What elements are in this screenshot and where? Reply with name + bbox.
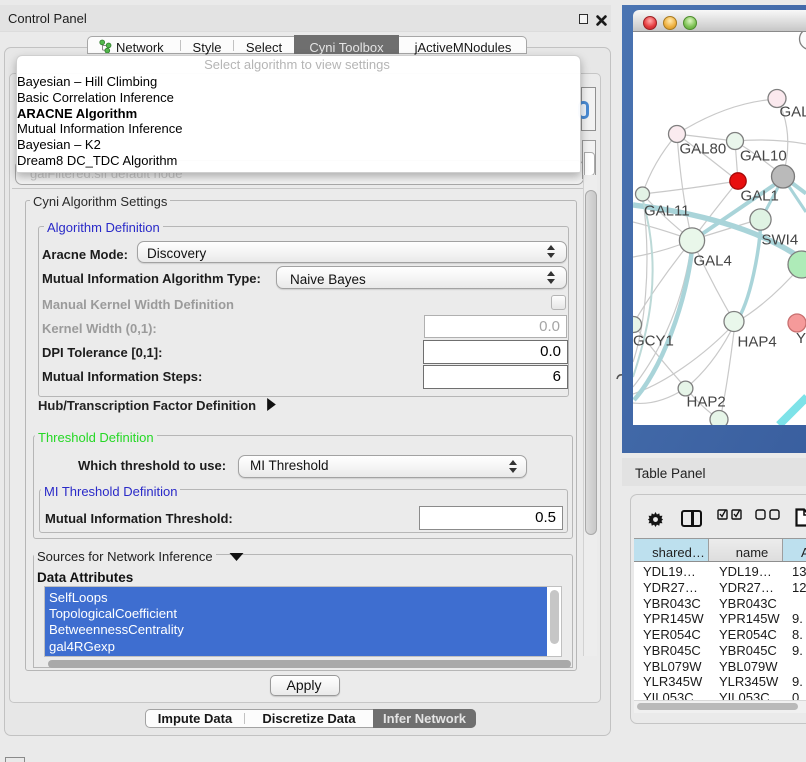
- svg-text:GAL1: GAL1: [741, 187, 779, 204]
- svg-text:HAP4: HAP4: [738, 333, 777, 350]
- svg-text:SWI4: SWI4: [762, 231, 799, 248]
- svg-text:GCY1: GCY1: [633, 332, 674, 349]
- svg-text:YJ: YJ: [796, 330, 806, 347]
- svg-text:GAL2: GAL2: [780, 103, 806, 120]
- svg-text:GAL10: GAL10: [740, 147, 787, 164]
- svg-text:GAL4: GAL4: [694, 252, 732, 269]
- svg-text:GAL11: GAL11: [644, 202, 690, 219]
- svg-text:GAL80: GAL80: [680, 140, 727, 157]
- svg-text:HAP2: HAP2: [687, 393, 726, 410]
